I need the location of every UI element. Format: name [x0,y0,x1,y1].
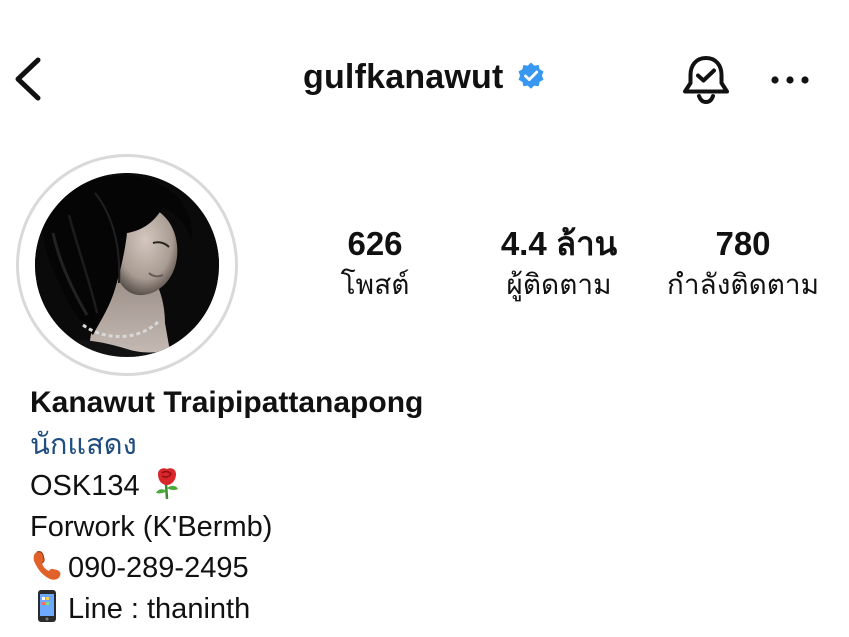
telephone-emoji [33,551,61,580]
bio-line-text: Line : thaninth [68,593,251,625]
bell-check-icon [683,56,729,105]
mobile-phone-emoji [38,590,56,622]
avatar[interactable] [35,173,219,357]
bio-line-text: Forwork (K'Bermb) [30,511,273,543]
followers-count: 4.4 ล้าน [500,225,618,262]
stat-posts[interactable]: 626 โพสต์ [330,222,420,304]
posts-count: 626 [347,225,403,262]
category-label[interactable]: นักแสดง [30,424,830,466]
bio-line-line-id: Line : thaninth [30,589,830,630]
top-navigation-bar: gulfkanawut [0,0,849,160]
profile-photo [35,173,219,357]
notifications-button[interactable] [678,52,734,108]
bio-line-forwork: Forwork (K'Bermb) [30,507,830,548]
followers-label: ผู้ติดตาม [506,269,612,300]
posts-label: โพสต์ [340,269,410,300]
more-options-button[interactable] [764,62,816,98]
stat-followers[interactable]: 4.4 ล้าน ผู้ติดตาม [486,222,632,304]
profile-bio: Kanawut Traipipattanapong นักแสดง OSK134… [30,382,830,630]
bio-line-text: 090-289-2495 [68,552,249,584]
rose-emoji [155,468,178,500]
following-label: กำลังติดตาม [666,269,820,300]
verified-badge-icon [518,62,544,89]
bio-line-text: OSK134 [30,470,140,502]
following-count: 780 [715,225,771,262]
username-title: gulfkanawut [303,58,504,96]
stat-following[interactable]: 780 กำลังติดตาม [652,222,834,304]
more-horizontal-icon [771,76,809,84]
bio-line-osk: OSK134 [30,466,830,507]
bio-line-phone[interactable]: 090-289-2495 [30,548,830,589]
full-name: Kanawut Traipipattanapong [30,386,424,419]
avatar-ring[interactable] [16,154,238,376]
